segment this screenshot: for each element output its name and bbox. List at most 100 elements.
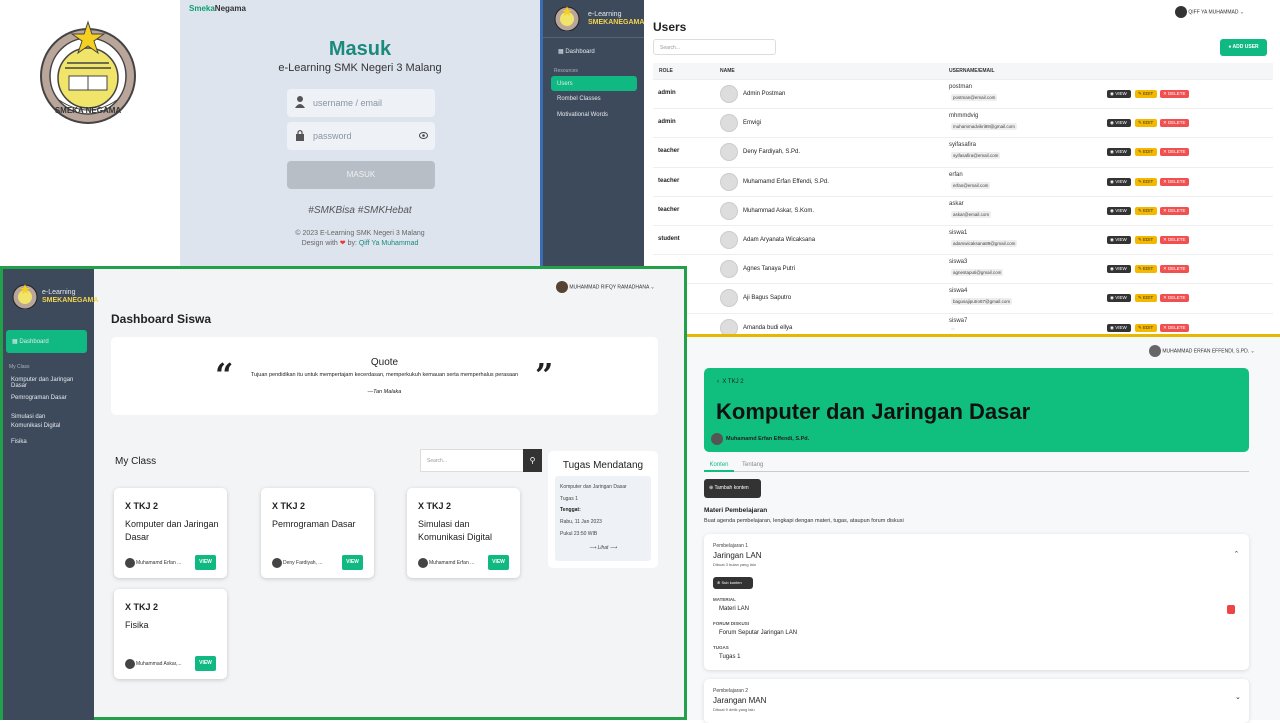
view-button[interactable]: VIEW: [342, 555, 363, 570]
table-row: Aji Bagus Saputro siswa4 bagusajiputro87…: [653, 283, 1273, 312]
edit-button[interactable]: ✎ EDIT: [1135, 148, 1157, 157]
delete-button[interactable]: ✕ DELETE: [1160, 206, 1189, 215]
email-cell: agnestaputi@gmail.com: [951, 269, 1004, 277]
delete-button[interactable]: ✕ DELETE: [1160, 294, 1189, 303]
login-button[interactable]: MASUK: [287, 161, 435, 189]
view-button[interactable]: ◉ VIEW: [1107, 323, 1131, 332]
col-role: ROLE: [659, 68, 673, 74]
delete-button[interactable]: ✕ DELETE: [1160, 148, 1189, 157]
tab-tentang[interactable]: Tentang: [742, 462, 763, 468]
edit-button[interactable]: ✎ EDIT: [1135, 236, 1157, 244]
view-button[interactable]: ◉ VIEW: [1107, 90, 1131, 98]
forum-item[interactable]: Forum Seputar Jaringan LAN: [719, 630, 797, 636]
delete-button[interactable]: ✕ DELETE: [1160, 119, 1189, 128]
view-button[interactable]: ◉ VIEW: [1107, 236, 1131, 244]
email-cell: syifasafira@email.com: [951, 152, 1001, 160]
admin-user-menu[interactable]: QIFF YA MUHAMMAD ⌄: [1175, 6, 1244, 18]
search-input[interactable]: Search...: [653, 39, 776, 55]
school-logo-panel: SMEKA NEGAMA: [0, 0, 180, 266]
add-user-button[interactable]: ● ADD USER: [1220, 39, 1267, 56]
avatar: [720, 143, 738, 162]
view-button[interactable]: VIEW: [195, 555, 216, 570]
password-field[interactable]: password: [287, 122, 435, 150]
quote-author: —Tan Malaka: [367, 389, 402, 395]
author-link[interactable]: Qiff Ya Muhammad: [359, 240, 419, 247]
nav-users[interactable]: Users: [551, 76, 637, 91]
view-button[interactable]: ◉ VIEW: [1107, 119, 1131, 128]
eye-icon[interactable]: [419, 132, 428, 139]
view-button[interactable]: ◉ VIEW: [1107, 265, 1131, 274]
class-card[interactable]: X TKJ 2 Pemrograman Dasar Deny Fardiyah,…: [261, 488, 374, 578]
nav-dashboard[interactable]: ▦ Dashboard: [6, 330, 87, 353]
class-card[interactable]: X TKJ 2 Fisika Muhammad Askar,... VIEW: [114, 589, 227, 679]
view-button[interactable]: ◉ VIEW: [1107, 148, 1131, 157]
email-cell: muhammadvikri89@gmail.com: [951, 123, 1017, 131]
view-button[interactable]: ◉ VIEW: [1107, 206, 1131, 215]
materi-heading: Materi Pembelajaran: [704, 507, 768, 514]
username-cell: siswa7: [949, 317, 968, 324]
nav-class-3[interactable]: Simulasi dan Komunikasi Digital: [11, 413, 75, 431]
class-search-input[interactable]: Search...: [420, 449, 524, 472]
view-button[interactable]: ◉ VIEW: [1107, 294, 1131, 303]
nav-rombel[interactable]: Rombel Classes: [557, 96, 601, 102]
edit-button[interactable]: ✎ EDIT: [1135, 265, 1157, 274]
nav-class-2[interactable]: Pemrograman Dasar: [11, 395, 91, 401]
tugas-item[interactable]: Komputer dan Jaringan Dasar Tugas 1 Teng…: [555, 476, 651, 561]
edit-button[interactable]: ✎ EDIT: [1135, 294, 1157, 303]
delete-button[interactable]: ✕ DELETE: [1160, 90, 1189, 98]
lihat-link[interactable]: ⟶ Lihat ⟶: [555, 545, 651, 551]
delete-button[interactable]: ✕ DELETE: [1160, 323, 1189, 332]
view-button[interactable]: ◉ VIEW: [1107, 177, 1131, 186]
tambah-konten-button[interactable]: ⊕ Tambah konten: [704, 479, 761, 498]
delete-button[interactable]: ✕ DELETE: [1160, 236, 1189, 244]
edit-button[interactable]: ✎ EDIT: [1135, 119, 1157, 128]
edit-button[interactable]: ✎ EDIT: [1135, 206, 1157, 215]
pembelajaran-title: Jarangan MAN: [713, 696, 767, 705]
tugas-item[interactable]: Tugas 1: [719, 654, 740, 660]
class-card[interactable]: X TKJ 2 Komputer dan Jaringan Dasar Muha…: [114, 488, 227, 578]
username-cell: siswa1: [949, 230, 968, 236]
class-card[interactable]: X TKJ 2 Simulasi dan Komunikasi Digital …: [407, 488, 520, 578]
teacher-user-menu[interactable]: MUHAMMAD ERFAN EFFENDI, S.PD. ⌄: [1149, 345, 1255, 357]
collapse-icon[interactable]: ˆ: [1235, 550, 1238, 560]
table-row: admin Emvigi mhmmdvig muhammadvikri89@gm…: [653, 108, 1273, 137]
view-button[interactable]: VIEW: [488, 555, 509, 570]
name-cell: Deny Fardiyah, S.Pd.: [743, 149, 801, 156]
class-code: X TKJ 2: [125, 602, 159, 612]
material-label: MATERIAL: [713, 597, 736, 602]
class-header-banner: ‹ X TKJ 2 Komputer dan Jaringan Dasar Mu…: [704, 368, 1249, 452]
username-field[interactable]: username / email: [287, 89, 435, 117]
name-cell: Aji Bagus Saputro: [743, 295, 792, 302]
edit-button[interactable]: ✎ EDIT: [1135, 90, 1157, 98]
school-emblem-icon: [554, 6, 580, 31]
col-username: USERNAME/EMAIL: [949, 68, 995, 74]
hashtags: #SMKBisa #SMKHebat: [308, 205, 412, 216]
nav-motivational[interactable]: Motivational Words: [557, 112, 608, 118]
breadcrumb[interactable]: ‹ X TKJ 2: [717, 379, 744, 385]
nav-dashboard[interactable]: ▦ Dashboard: [558, 48, 595, 55]
avatar: [125, 659, 135, 669]
nav-class-1[interactable]: Komputer dan Jaringan Dasar: [11, 377, 91, 389]
class-teacher: Muhamamd Erfan ...: [136, 560, 182, 566]
table-row: admin Admin Postman postman postman@emai…: [653, 79, 1273, 108]
nav-class-4[interactable]: Fisika: [11, 439, 27, 445]
username-cell: erfan: [949, 171, 963, 178]
user-icon: [295, 96, 305, 108]
edit-button[interactable]: ✎ EDIT: [1135, 323, 1157, 332]
sub-konten-button[interactable]: ⊕ Sub konten: [713, 577, 753, 589]
table-row: teacher Muhamamd Erfan Effendi, S.Pd. er…: [653, 166, 1273, 196]
material-item[interactable]: Materi LAN: [719, 606, 749, 612]
class-teacher: Deny Fardiyah, ...: [283, 560, 323, 566]
delete-button[interactable]: ✕ DELETE: [1160, 177, 1189, 186]
delete-button[interactable]: ✕ DELETE: [1160, 265, 1189, 274]
expand-icon[interactable]: ⌄: [1235, 693, 1241, 701]
view-button[interactable]: VIEW: [195, 656, 216, 671]
name-cell: Muhamamd Erfan Effendi, S.Pd.: [743, 178, 829, 185]
tab-konten[interactable]: Konten: [704, 462, 734, 472]
delete-icon[interactable]: [1227, 605, 1235, 614]
search-button[interactable]: ⚲: [523, 449, 542, 472]
edit-button[interactable]: ✎ EDIT: [1135, 177, 1157, 186]
student-user-menu[interactable]: MUHAMMAD RIFQY RAMADHANA ⌄: [556, 281, 655, 293]
admin-brand: e-Learning SMEKANEGAMA: [588, 11, 645, 26]
admin-main: QIFF YA MUHAMMAD ⌄ Users Search... ● ADD…: [644, 0, 1280, 337]
